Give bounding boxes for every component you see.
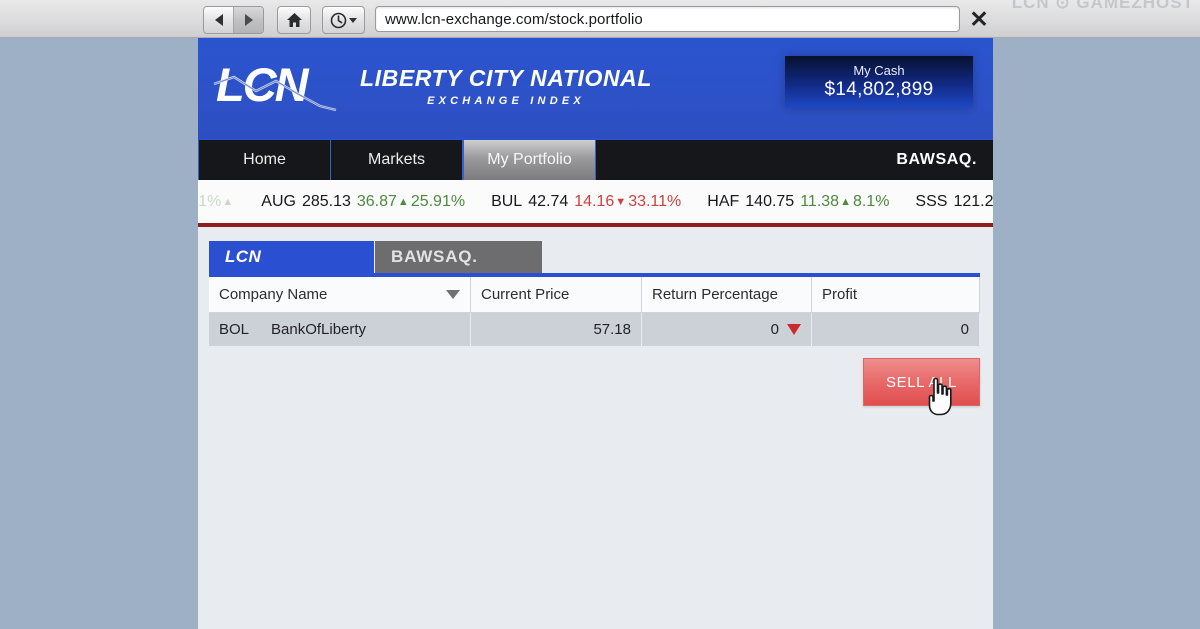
portfolio-sub-tabs: LCN BAWSAQ. — [209, 241, 980, 273]
site-logo[interactable]: LCN LIBERTY CITY NATIONAL EXCHANGE INDEX — [213, 60, 652, 112]
site-header: LCN LIBERTY CITY NATIONAL EXCHANGE INDEX… — [198, 38, 993, 138]
brand-subtitle: EXCHANGE INDEX — [427, 95, 585, 107]
ticker-symbol: BUL — [491, 192, 523, 210]
ticker-change: 9.31% — [198, 192, 222, 210]
home-button[interactable] — [277, 6, 311, 34]
close-button[interactable]: ✕ — [966, 6, 992, 32]
column-header-company-name[interactable]: Company Name — [209, 277, 471, 313]
brand-text: LIBERTY CITY NATIONAL EXCHANGE INDEX — [360, 65, 652, 107]
ticker-change: 36.87 — [356, 192, 397, 210]
column-header-return-percentage[interactable]: Return Percentage — [642, 277, 812, 313]
ticker-change: 11.38 — [800, 192, 840, 210]
ticker-price: 285.13 — [301, 192, 351, 210]
cash-value: $14,802,899 — [824, 79, 934, 100]
cell-profit: 0 — [812, 313, 980, 346]
main-navigation: Home Markets My Portfolio BAWSAQ. — [198, 138, 993, 180]
ticker-item[interactable]: HAF 140.75 11.38 ▲ 8.1% — [707, 193, 889, 211]
home-icon — [286, 13, 302, 27]
ticker-item[interactable]: BUL 42.74 14.16 ▼ 33.11% — [491, 193, 681, 211]
sell-all-button[interactable]: SELL ALL — [863, 358, 980, 406]
ticker-price: 121.2 — [953, 192, 993, 210]
cell-company-label: BankOfLiberty — [271, 321, 367, 338]
cell-current-price: 57.18 — [471, 313, 642, 346]
ticker-down-arrow-icon: ▼ — [615, 195, 627, 208]
forward-button[interactable] — [233, 7, 263, 33]
ticker-percent: 25.91% — [410, 192, 466, 210]
stock-ticker: 9.31%▲AUG285.1336.87▲25.91%BUL42.7414.16… — [198, 180, 993, 227]
chevron-down-icon — [349, 17, 357, 23]
cash-panel: My Cash $14,802,899 — [785, 56, 973, 108]
cash-label: My Cash — [853, 63, 905, 78]
url-text: www.lcn-exchange.com/stock.portfolio — [385, 10, 643, 28]
ticker-symbol: AUG — [261, 192, 296, 210]
lcn-logo-mark: LCN — [213, 60, 338, 112]
table-header-row: Company Name Current Price Return Percen… — [209, 277, 980, 313]
page-viewport: LCN LIBERTY CITY NATIONAL EXCHANGE INDEX… — [198, 38, 993, 629]
column-header-profit[interactable]: Profit — [812, 277, 980, 313]
cell-return-percentage: 0 — [642, 313, 812, 346]
ticker-up-arrow-icon: ▲ — [397, 195, 409, 208]
ticker-symbol: SSS — [915, 192, 948, 210]
ticker-change: 14.16 — [574, 192, 615, 210]
ticker-item[interactable]: AUG 285.13 36.87 ▲ 25.91% — [261, 193, 465, 211]
ticker-percent: 33.11% — [628, 192, 682, 210]
column-header-current-price[interactable]: Current Price — [471, 277, 642, 313]
address-bar[interactable]: www.lcn-exchange.com/stock.portfolio — [375, 6, 960, 32]
back-arrow-icon — [214, 14, 223, 26]
forward-arrow-icon — [244, 14, 253, 26]
nav-tab-markets[interactable]: Markets — [331, 140, 463, 180]
sort-descending-icon — [446, 290, 460, 299]
ticker-item[interactable]: 9.31%▲ — [198, 193, 235, 211]
sub-tab-lcn[interactable]: LCN — [209, 241, 374, 273]
cell-return-value: 0 — [770, 321, 779, 338]
ticker-up-arrow-icon: ▲ — [840, 195, 851, 208]
cell-company-name: BOL BankOfLiberty — [209, 313, 471, 346]
back-button[interactable] — [204, 7, 233, 33]
history-button[interactable] — [322, 6, 365, 34]
bawsaq-brand-label: BAWSAQ. — [896, 151, 977, 168]
portfolio-table: Company Name Current Price Return Percen… — [209, 273, 980, 346]
ticker-item[interactable]: SSS121.22.88▼2.38% — [915, 193, 993, 211]
table-row[interactable]: BOL BankOfLiberty 57.18 0 0 — [209, 313, 980, 346]
return-down-arrow-icon — [787, 324, 801, 335]
column-header-company-name-label: Company Name — [219, 286, 328, 303]
nav-tab-my-portfolio[interactable]: My Portfolio — [463, 140, 596, 180]
clock-icon — [330, 12, 347, 28]
chrome-watermark: LCN ⊙ GAMEZHOST — [1011, 0, 1194, 12]
cell-company-symbol: BOL — [219, 321, 250, 338]
nav-button-group — [203, 6, 264, 34]
browser-toolbar: LCN ⊙ GAMEZHOST www.lcn-exchange.com/sto… — [0, 0, 1200, 38]
nav-tab-home[interactable]: Home — [198, 140, 331, 180]
chart-line-icon — [213, 75, 337, 112]
actions-row: SELL ALL — [209, 346, 980, 406]
ticker-symbol: HAF — [707, 192, 740, 210]
ticker-price: 42.74 — [528, 192, 569, 210]
portfolio-content: LCN BAWSAQ. Company Name Current Price R… — [198, 227, 993, 406]
ticker-percent: 8.1% — [852, 192, 890, 210]
brand-name: LIBERTY CITY NATIONAL — [360, 65, 653, 91]
sub-tab-bawsaq[interactable]: BAWSAQ. — [374, 241, 542, 273]
ticker-up-arrow-icon: ▲ — [222, 195, 234, 208]
ticker-price: 140.75 — [745, 192, 795, 210]
